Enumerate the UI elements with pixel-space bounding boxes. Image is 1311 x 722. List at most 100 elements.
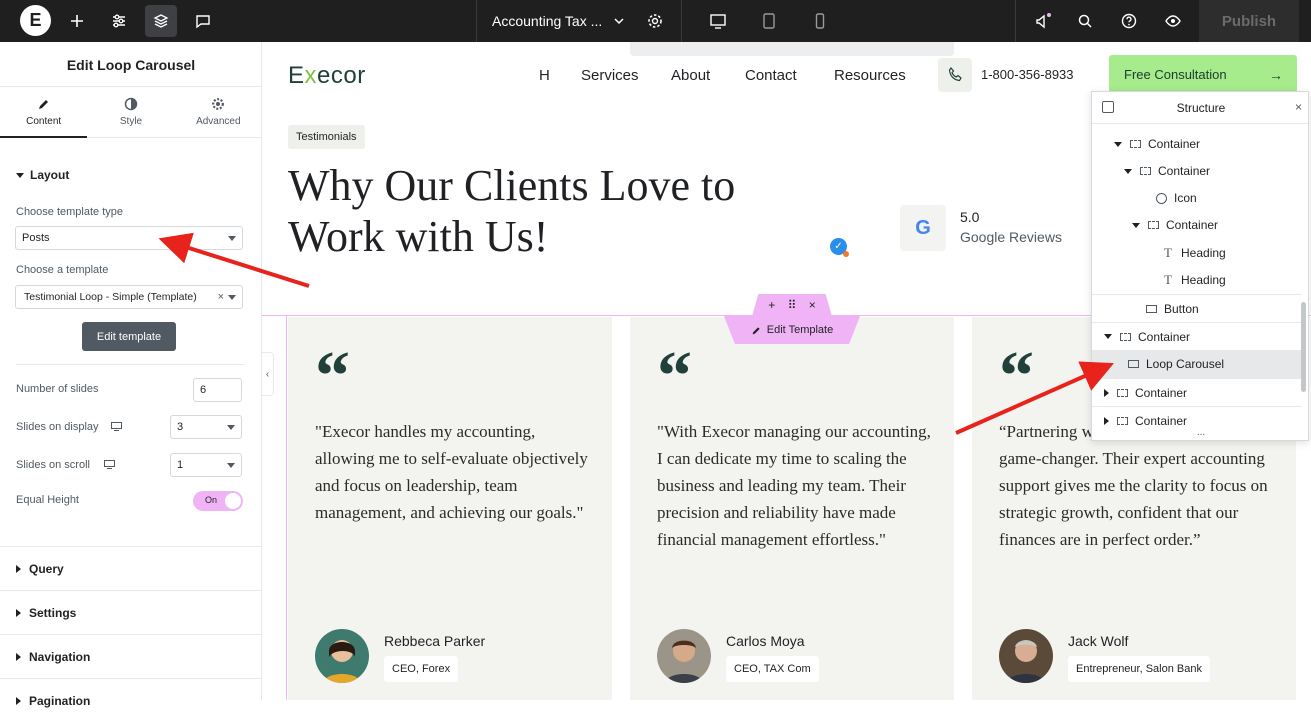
nav-item-resources[interactable]: Resources <box>834 67 906 84</box>
tree-item-container[interactable]: Container <box>1092 157 1302 185</box>
clear-icon[interactable]: × <box>218 291 224 303</box>
elementor-logo[interactable]: E <box>20 5 51 36</box>
tree-item-container[interactable]: Container <box>1092 322 1302 350</box>
page-settings-button[interactable] <box>639 5 671 37</box>
plus-icon <box>71 15 83 27</box>
tree-item-heading[interactable]: T Heading <box>1092 239 1302 267</box>
tab-style[interactable]: Style <box>87 87 174 137</box>
divider <box>1015 0 1016 42</box>
search-icon <box>1078 14 1092 28</box>
chevron-down-icon <box>227 425 235 430</box>
caret-down-icon <box>1104 334 1112 339</box>
chevron-down-icon <box>228 295 236 300</box>
tab-advanced[interactable]: Advanced <box>175 87 262 137</box>
caret-down-icon <box>1132 222 1140 228</box>
comments-button[interactable] <box>187 5 219 37</box>
free-consultation-button[interactable]: Free Consultation → <box>1109 55 1297 93</box>
nav-item-h[interactable]: H <box>539 67 550 84</box>
close-icon[interactable]: × <box>809 298 816 312</box>
site-logo[interactable]: Execor <box>288 62 366 90</box>
desktop-icon[interactable] <box>111 422 122 431</box>
drag-handle-icon[interactable]: ⠿ <box>788 298 797 312</box>
collapse-panel-handle[interactable]: ‹ <box>262 352 274 396</box>
mobile-view-button[interactable] <box>804 5 836 37</box>
caret-right-icon <box>16 564 21 573</box>
carousel-icon <box>1128 360 1139 368</box>
phone-icon <box>948 67 962 82</box>
container-icon <box>1130 140 1141 148</box>
caret-right-icon <box>16 696 21 705</box>
verified-check-icon: ✓ <box>830 238 849 257</box>
caret-right-icon <box>1104 388 1109 397</box>
tree-item-container[interactable]: Container <box>1092 130 1302 158</box>
preview-button[interactable] <box>1157 5 1189 37</box>
tree-item-loop-carousel[interactable]: Loop Carousel <box>1092 350 1302 378</box>
mobile-icon <box>815 13 825 29</box>
equal-height-toggle[interactable]: On <box>193 491 243 511</box>
tree-item-container[interactable]: Container <box>1092 378 1302 406</box>
notifications-button[interactable] <box>1027 5 1059 37</box>
tree-item-container[interactable]: Container <box>1092 211 1302 239</box>
structure-scrollbar[interactable] <box>1301 302 1306 392</box>
tree-item-icon[interactable]: Icon <box>1092 184 1302 212</box>
close-icon[interactable]: × <box>1295 100 1302 114</box>
add-element-button[interactable] <box>61 5 93 37</box>
editor-panel: Edit Loop Carousel Content Style Advance… <box>0 42 262 708</box>
google-icon: G <box>915 216 931 239</box>
help-button[interactable] <box>1113 5 1145 37</box>
structure-title: Structure <box>1176 101 1226 115</box>
desktop-icon[interactable] <box>104 460 115 469</box>
tree-item-button[interactable]: Button <box>1092 294 1302 322</box>
container-icon <box>1140 167 1151 175</box>
desktop-view-button[interactable] <box>702 5 734 37</box>
page-dropdown-chevron[interactable] <box>603 5 635 37</box>
template-type-select[interactable]: Posts <box>15 226 243 250</box>
add-icon[interactable]: + <box>768 298 775 312</box>
layout-section-toggle[interactable]: Layout <box>16 168 69 182</box>
pencil-icon <box>38 100 48 109</box>
layers-icon <box>153 14 169 28</box>
phone-number[interactable]: 1-800-356-8933 <box>981 67 1074 82</box>
slides-on-display-select[interactable]: 3 <box>170 415 242 439</box>
edit-template-button[interactable]: Edit template <box>82 322 176 351</box>
number-of-slides-input[interactable]: 6 <box>193 378 242 402</box>
divider <box>16 364 244 365</box>
divider <box>476 0 477 42</box>
google-logo-box: G <box>900 205 946 251</box>
container-icon <box>1120 332 1131 341</box>
section-query[interactable]: Query <box>0 546 262 590</box>
chevron-down-icon <box>227 463 235 468</box>
site-settings-button[interactable] <box>103 5 135 37</box>
edit-template-tab[interactable]: Edit Template <box>724 316 860 344</box>
tab-content[interactable]: Content <box>0 87 88 138</box>
nav-item-about[interactable]: About <box>671 67 710 84</box>
section-navigation[interactable]: Navigation <box>0 634 262 678</box>
template-select[interactable]: Testimonial Loop - Simple (Template) × <box>15 285 243 309</box>
caret-right-icon <box>16 608 21 617</box>
nav-item-services[interactable]: Services <box>581 67 639 84</box>
structure-button[interactable] <box>145 5 177 37</box>
canvas-top-tab <box>630 42 954 56</box>
speech-bubble-icon <box>196 15 210 29</box>
section-pagination[interactable]: Pagination <box>0 678 262 722</box>
section-settings[interactable]: Settings <box>0 590 262 634</box>
element-toolbar: + ⠿ × <box>752 294 832 316</box>
search-button[interactable] <box>1069 5 1101 37</box>
nav-item-contact[interactable]: Contact <box>745 67 797 84</box>
phone-icon-box <box>938 58 972 92</box>
chevron-down-icon <box>228 236 236 241</box>
template-type-label: Choose template type <box>16 206 124 218</box>
page-title-dropdown[interactable]: Accounting Tax ... <box>492 13 602 29</box>
slides-on-scroll-select[interactable]: 1 <box>170 453 242 477</box>
toggle-knob <box>225 493 241 509</box>
number-of-slides-label: Number of slides <box>16 383 99 395</box>
caret-right-icon <box>1104 416 1109 425</box>
container-icon <box>1117 416 1128 425</box>
tree-item-heading[interactable]: T Heading <box>1092 266 1302 294</box>
tablet-icon <box>763 13 775 29</box>
publish-button[interactable]: Publish <box>1199 0 1299 42</box>
half-circle-icon <box>124 97 138 111</box>
pencil-icon <box>752 326 760 334</box>
sliders-icon <box>113 14 125 28</box>
tablet-view-button[interactable] <box>753 5 785 37</box>
